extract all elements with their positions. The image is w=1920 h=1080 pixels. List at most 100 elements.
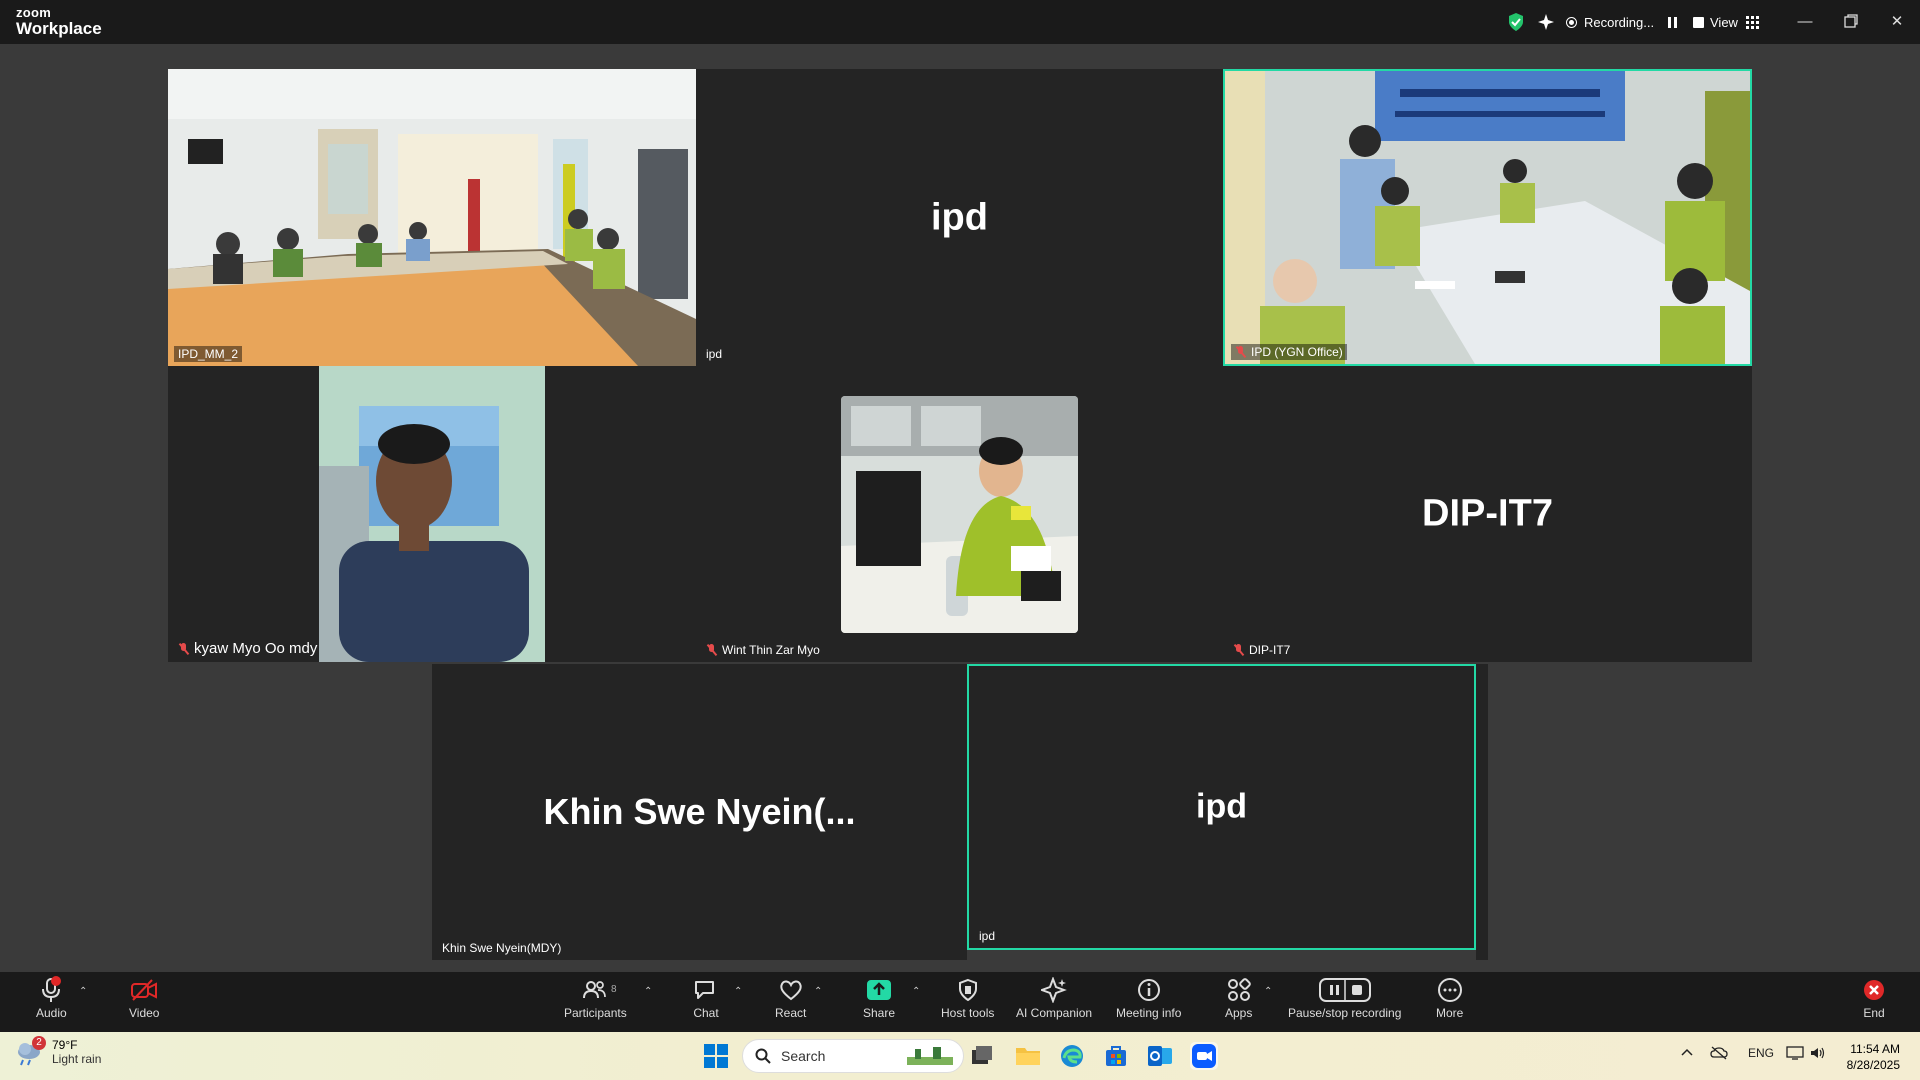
windows-logo-icon	[704, 1044, 728, 1068]
input-language[interactable]: ENG	[1748, 1046, 1774, 1060]
participant-name: ipd	[706, 347, 723, 361]
video-button[interactable]: Video	[129, 976, 159, 1020]
share-options-caret-icon[interactable]: ⌃	[912, 986, 922, 997]
shield-icon	[958, 978, 977, 1002]
video-tile-ipd-bottom[interactable]: ipd ipd	[967, 664, 1476, 950]
apps-button[interactable]: Apps	[1225, 976, 1252, 1020]
recording-indicator[interactable]: Recording...	[1566, 11, 1705, 33]
info-icon	[1137, 979, 1160, 1001]
more-button[interactable]: More	[1436, 976, 1463, 1020]
store-button[interactable]	[1102, 1042, 1130, 1070]
mic-muted-icon	[1235, 346, 1246, 358]
meeting-info-button[interactable]: Meeting info	[1116, 976, 1181, 1020]
participants-options-caret-icon[interactable]: ⌃	[644, 986, 654, 997]
start-button[interactable]	[702, 1042, 730, 1070]
audio-button[interactable]: Audio	[36, 976, 67, 1020]
close-window-button[interactable]: ✕	[1882, 8, 1912, 34]
participants-label: Participants	[564, 1006, 627, 1020]
ai-sparkle-icon[interactable]	[1537, 11, 1555, 33]
edge-icon	[1061, 1045, 1083, 1067]
video-off-icon	[131, 979, 158, 1001]
participant-name: Khin Swe Nyein(MDY)	[442, 941, 562, 955]
recording-dot-icon	[1566, 16, 1577, 28]
brand-bottom: Workplace	[16, 19, 102, 38]
video-tile-khin-swe-nyein[interactable]: Khin Swe Nyein(... Khin Swe Nyein(MDY)	[432, 664, 967, 960]
participant-label: Khin Swe Nyein(MDY)	[438, 940, 565, 956]
pause-recording-label: Pause/stop recording	[1288, 1006, 1402, 1020]
participant-label: IPD_MM_2	[174, 346, 243, 362]
restore-icon	[1844, 14, 1858, 28]
weather-widget[interactable]: 79°F Light rain 2	[14, 1036, 101, 1066]
end-meeting-button[interactable]: End	[1862, 976, 1886, 1020]
cloud-off-icon	[1710, 1046, 1728, 1060]
windows-taskbar: 79°F Light rain 2 Search ENG 11:54 AM 8/…	[0, 1032, 1920, 1080]
participants-button[interactable]: Participants	[564, 976, 627, 1020]
title-bar: zoom Workplace Recording... View — ✕	[0, 0, 1920, 44]
webcam-video	[319, 366, 545, 662]
mic-muted-icon	[42, 976, 62, 1002]
outlook-button[interactable]	[1146, 1042, 1174, 1070]
grid-view-icon	[1745, 15, 1759, 29]
pause-stop-icon	[1318, 978, 1371, 1002]
minimize-button[interactable]: —	[1790, 8, 1820, 34]
video-tile-ipd-top[interactable]: ipd ipd	[696, 69, 1223, 366]
taskbar-search[interactable]: Search	[742, 1039, 964, 1073]
ai-companion-button[interactable]: AI Companion	[1016, 976, 1092, 1020]
restore-button[interactable]	[1836, 8, 1866, 34]
participant-label: Wint Thin Zar Myo	[702, 642, 824, 658]
stop-icon[interactable]	[1693, 16, 1705, 28]
cloud-sync-button[interactable]	[1710, 1046, 1728, 1063]
participant-label: kyaw Myo Oo mdy	[174, 639, 321, 658]
react-options-caret-icon[interactable]: ⌃	[814, 986, 824, 997]
file-explorer-button[interactable]	[1014, 1042, 1042, 1070]
meeting-info-label: Meeting info	[1116, 1006, 1182, 1020]
mic-muted-icon	[706, 644, 717, 656]
monitor-icon	[1786, 1046, 1804, 1060]
participant-name: DIP-IT7	[1249, 643, 1291, 657]
system-clock[interactable]: 11:54 AM 8/28/2025	[1840, 1041, 1900, 1073]
search-placeholder: Search	[781, 1048, 826, 1064]
video-tile-kyaw-myo-oo[interactable]: kyaw Myo Oo mdy	[168, 366, 696, 662]
pause-icon[interactable]	[1668, 16, 1678, 28]
mic-muted-icon	[178, 642, 189, 655]
mic-muted-icon	[1233, 644, 1244, 656]
security-shield-icon[interactable]	[1507, 11, 1525, 33]
ai-sparkle-icon	[1041, 977, 1067, 1003]
apps-options-caret-icon[interactable]: ⌃	[1264, 986, 1274, 997]
participant-label: ipd	[975, 928, 999, 944]
participant-name: ipd	[979, 929, 996, 943]
video-tile-dip-it7[interactable]: DIP-IT7 DIP-IT7	[1223, 366, 1752, 662]
share-button[interactable]: Share	[863, 976, 895, 1020]
audio-options-caret-icon[interactable]: ⌃	[79, 986, 89, 997]
weather-notification-badge: 2	[32, 1036, 46, 1050]
folder-icon	[1016, 1048, 1040, 1065]
chat-options-caret-icon[interactable]: ⌃	[734, 986, 744, 997]
participant-label: ipd	[702, 346, 726, 362]
task-view-icon	[972, 1046, 992, 1064]
participant-name: IPD (YGN Office)	[1251, 345, 1343, 359]
recording-label: Recording...	[1584, 14, 1655, 30]
video-tile-ipd-mm-2[interactable]: IPD_MM_2	[168, 69, 696, 366]
video-tile-ipd-ygn-office[interactable]: IPD (YGN Office)	[1223, 69, 1752, 366]
participant-name: Wint Thin Zar Myo	[722, 643, 820, 657]
ai-companion-label: AI Companion	[1016, 1006, 1093, 1020]
view-button[interactable]: View	[1710, 11, 1759, 33]
react-button[interactable]: React	[775, 976, 806, 1020]
participant-name: kyaw Myo Oo mdy	[194, 640, 318, 657]
zoom-taskbar-button[interactable]	[1190, 1042, 1218, 1070]
participant-display-name: ipd	[931, 196, 988, 238]
chat-button[interactable]: Chat	[693, 976, 719, 1020]
volume-button[interactable]	[1810, 1046, 1826, 1063]
task-view-button[interactable]	[968, 1042, 996, 1070]
video-label: Video	[129, 1006, 160, 1020]
outlook-icon	[1148, 1046, 1172, 1066]
participants-icon	[583, 981, 607, 999]
pause-stop-recording-button[interactable]: Pause/stop recording	[1288, 976, 1401, 1020]
edge-browser-button[interactable]	[1058, 1042, 1086, 1070]
show-hidden-icons-button[interactable]	[1680, 1046, 1694, 1063]
conference-room-video	[168, 69, 696, 366]
display-button[interactable]	[1786, 1046, 1804, 1063]
host-tools-button[interactable]: Host tools	[941, 976, 994, 1020]
zoom-app-icon	[1192, 1044, 1216, 1068]
video-tile-wint-thin-zar-myo[interactable]: Wint Thin Zar Myo	[696, 366, 1223, 662]
